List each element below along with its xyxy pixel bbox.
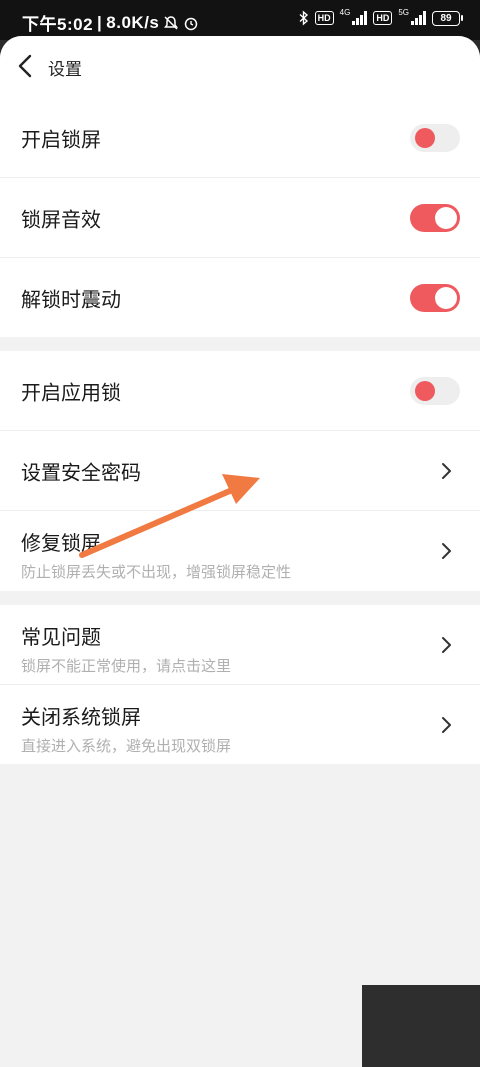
setting-row-security-password[interactable]: 设置安全密码	[0, 431, 480, 511]
toggle-knob	[415, 127, 435, 148]
setting-label: 修复锁屏	[21, 531, 101, 555]
status-time: 下午5:02	[22, 15, 94, 34]
setting-row-disable-system-lock[interactable]: 关闭系统锁屏 直接进入系统，避免出现双锁屏	[0, 685, 480, 764]
setting-row-unlock-vibrate[interactable]: 解锁时震动	[0, 258, 480, 337]
network-label-1: 4G	[339, 7, 351, 17]
settings-group-help: 常见问题 锁屏不能正常使用，请点击这里 关闭系统锁屏 直接进入系统，避免出现双锁…	[0, 605, 480, 764]
setting-subtitle: 防止锁屏丢失或不出现，增强锁屏稳定性	[21, 563, 292, 581]
enable-lock-toggle[interactable]	[410, 123, 460, 152]
chevron-left-icon[interactable]	[14, 53, 38, 79]
toggle-knob	[415, 380, 435, 401]
setting-label: 开启应用锁	[21, 380, 121, 404]
setting-label: 锁屏音效	[21, 207, 101, 231]
setting-label: 常见问题	[21, 625, 101, 649]
alarm-icon	[185, 17, 198, 30]
bell-off-icon	[164, 15, 179, 30]
group-divider	[0, 591, 480, 605]
setting-row-lock-sound[interactable]: 锁屏音效	[0, 178, 480, 258]
top-bar: 设置	[0, 36, 480, 98]
status-bar: 下午5:02 | 8.0K/s HD 4G HD 5G 89	[0, 0, 480, 40]
chevron-right-icon	[442, 543, 451, 559]
group-divider	[0, 337, 480, 351]
setting-label: 开启锁屏	[21, 127, 101, 151]
page-title: 设置	[48, 60, 82, 80]
network-label-2: 5G	[398, 7, 409, 17]
settings-group-lockscreen: 开启锁屏 锁屏音效 解锁时震动	[0, 98, 480, 337]
chevron-right-icon	[442, 716, 451, 733]
setting-subtitle: 锁屏不能正常使用，请点击这里	[21, 657, 232, 675]
lock-sound-toggle[interactable]	[410, 203, 460, 232]
app-lock-toggle[interactable]	[410, 376, 460, 405]
status-left: 下午5:02 | 8.0K/s	[22, 10, 199, 35]
status-right: HD 4G HD 5G 89	[299, 7, 463, 26]
status-divider: |	[97, 12, 103, 32]
settings-sheet: 设置 开启锁屏 锁屏音效 解锁时震动 开启应用锁 设置安全密码 修复锁屏 防止锁…	[0, 36, 480, 1067]
setting-row-faq[interactable]: 常见问题 锁屏不能正常使用，请点击这里	[0, 605, 480, 685]
chevron-right-icon	[442, 462, 451, 479]
status-speed: 8.0K/s	[106, 12, 160, 32]
settings-group-applock: 开启应用锁 设置安全密码 修复锁屏 防止锁屏丢失或不出现，增强锁屏稳定性	[0, 351, 480, 591]
setting-label: 设置安全密码	[21, 460, 141, 484]
hd-badge: HD	[314, 11, 334, 25]
setting-subtitle: 直接进入系统，避免出现双锁屏	[21, 737, 232, 755]
corner-overlay	[362, 985, 480, 1067]
unlock-vibrate-toggle[interactable]	[410, 283, 460, 312]
battery-icon: 89	[432, 10, 463, 26]
chevron-right-icon	[442, 636, 451, 653]
setting-label: 解锁时震动	[21, 287, 121, 311]
setting-row-repair-lock[interactable]: 修复锁屏 防止锁屏丢失或不出现，增强锁屏稳定性	[0, 511, 480, 591]
hd-badge-2: HD	[373, 11, 393, 25]
toggle-knob	[435, 206, 457, 229]
setting-row-enable-lock[interactable]: 开启锁屏	[0, 98, 480, 178]
bluetooth-icon	[299, 10, 308, 26]
setting-row-app-lock[interactable]: 开启应用锁	[0, 351, 480, 431]
signal-icon	[352, 11, 368, 25]
signal-icon-2	[411, 11, 426, 25]
toggle-knob	[435, 286, 457, 309]
battery-level: 89	[440, 12, 452, 24]
setting-label: 关闭系统锁屏	[21, 705, 141, 729]
